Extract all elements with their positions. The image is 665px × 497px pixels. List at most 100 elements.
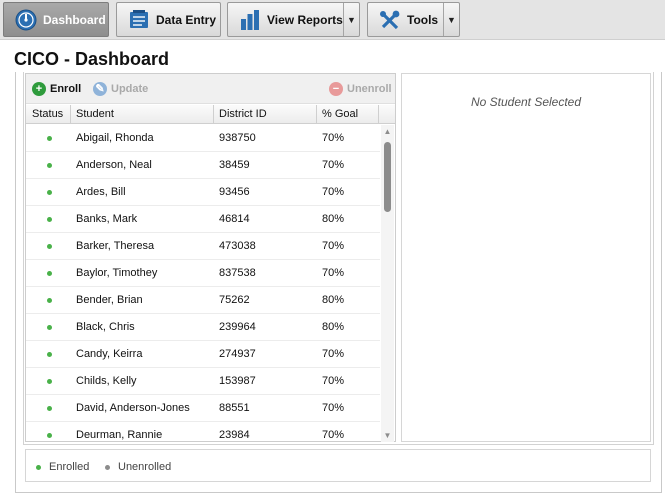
enrolled-status-dot [47, 217, 52, 222]
column-header-status[interactable]: Status [32, 108, 63, 120]
minus-circle-icon: − [329, 82, 343, 96]
page-title: CICO - Dashboard [14, 49, 170, 69]
goal-percent: 70% [322, 240, 345, 252]
student-name: Abigail, Rhonda [76, 132, 154, 144]
student-name: Baylor, Timothey [76, 267, 158, 279]
view-reports-button[interactable]: View Reports ▼ [227, 2, 360, 37]
legend-enrolled: Enrolled [36, 461, 89, 473]
table-row[interactable]: Childs, Kelly 153987 70% [26, 368, 380, 395]
update-label: Update [111, 83, 149, 95]
chevron-down-icon[interactable]: ▼ [343, 3, 359, 36]
table-row[interactable]: Baylor, Timothey 837538 70% [26, 260, 380, 287]
enrolled-status-dot [47, 163, 52, 168]
bar-chart-icon [239, 9, 261, 31]
enrolled-status-dot [47, 352, 52, 357]
legend-enrolled-label: Enrolled [49, 461, 90, 473]
student-name: Childs, Kelly [76, 375, 137, 387]
district-id: 153987 [219, 375, 256, 387]
tools-button-label: Tools [407, 12, 439, 27]
student-name: Banks, Mark [76, 213, 138, 225]
table-row[interactable]: Anderson, Neal 38459 70% [26, 152, 380, 179]
goal-percent: 70% [322, 267, 345, 279]
student-list-panel: + Enroll ✎ Update − Unenroll Status Stud… [25, 73, 396, 442]
no-selection-message: No Student Selected [470, 95, 582, 109]
table-row[interactable]: Deurman, Rannie 23984 70% [26, 422, 380, 442]
goal-percent: 70% [322, 159, 345, 171]
goal-percent: 70% [322, 375, 345, 387]
district-id: 88551 [219, 402, 250, 414]
student-name: Ardes, Bill [76, 186, 126, 198]
scroll-up-arrow-icon[interactable]: ▲ [382, 127, 393, 136]
goal-percent: 70% [322, 348, 345, 360]
enrolled-status-dot [47, 379, 52, 384]
column-header-student[interactable]: Student [76, 108, 114, 120]
unenrolled-dot-icon [105, 464, 110, 470]
student-name: Bender, Brian [76, 294, 143, 306]
data-entry-button[interactable]: Data Entry [116, 2, 221, 37]
table-row[interactable]: Black, Chris 239964 80% [26, 314, 380, 341]
enrolled-status-dot [47, 190, 52, 195]
tools-icon [379, 9, 401, 31]
column-header-district-id[interactable]: District ID [219, 108, 267, 120]
student-table-body: Abigail, Rhonda 938750 70% Anderson, Nea… [26, 125, 380, 442]
dashboard-button[interactable]: Dashboard [3, 2, 109, 37]
data-entry-button-label: Data Entry [156, 12, 217, 27]
student-name: Barker, Theresa [76, 240, 155, 252]
table-row[interactable]: David, Anderson-Jones 88551 70% [26, 395, 380, 422]
district-id: 274937 [219, 348, 256, 360]
enrolled-status-dot [47, 298, 52, 303]
table-row[interactable]: Abigail, Rhonda 938750 70% [26, 125, 380, 152]
district-id: 46814 [219, 213, 250, 225]
table-row[interactable]: Banks, Mark 46814 80% [26, 206, 380, 233]
enrolled-status-dot [47, 136, 52, 141]
student-name: Black, Chris [76, 321, 135, 333]
dashboard-gauge-icon [15, 9, 37, 31]
enroll-button[interactable]: + Enroll [32, 82, 81, 96]
district-id: 93456 [219, 186, 250, 198]
scrollbar-thumb[interactable] [384, 142, 391, 212]
table-row[interactable]: Bender, Brian 75262 80% [26, 287, 380, 314]
column-header-goal[interactable]: % Goal [322, 108, 358, 120]
district-id: 239964 [219, 321, 256, 333]
view-reports-button-label: View Reports [267, 12, 343, 27]
plus-circle-icon: + [32, 82, 46, 96]
enrolled-status-dot [47, 406, 52, 411]
district-id: 938750 [219, 132, 256, 144]
goal-percent: 70% [322, 402, 345, 414]
enrolled-status-dot [47, 271, 52, 276]
scroll-down-arrow-icon[interactable]: ▼ [382, 431, 393, 440]
district-id: 38459 [219, 159, 250, 171]
district-id: 23984 [219, 429, 250, 441]
enrolled-status-dot [47, 433, 52, 438]
student-detail-panel: No Student Selected [401, 73, 651, 442]
unenroll-button[interactable]: − Unenroll [329, 82, 392, 96]
main-toolbar: Dashboard Data Entry View Reports ▼ Tool… [0, 0, 665, 40]
dashboard-button-label: Dashboard [43, 12, 106, 27]
student-name: Candy, Keirra [76, 348, 143, 360]
district-id: 473038 [219, 240, 256, 252]
vertical-scrollbar[interactable]: ▲ ▼ [381, 125, 394, 442]
enrolled-dot-icon [36, 464, 41, 470]
enrolled-status-dot [47, 325, 52, 330]
table-row[interactable]: Barker, Theresa 473038 70% [26, 233, 380, 260]
pencil-circle-icon: ✎ [93, 82, 107, 96]
data-entry-icon [128, 9, 150, 31]
unenroll-label: Unenroll [347, 83, 392, 95]
goal-percent: 80% [322, 294, 345, 306]
table-row[interactable]: Ardes, Bill 93456 70% [26, 179, 380, 206]
student-name: David, Anderson-Jones [76, 402, 190, 414]
goal-percent: 80% [322, 213, 345, 225]
action-bar: + Enroll ✎ Update − Unenroll [26, 74, 395, 104]
chevron-down-icon[interactable]: ▼ [443, 3, 459, 36]
update-button[interactable]: ✎ Update [93, 82, 148, 96]
table-row[interactable]: Candy, Keirra 274937 70% [26, 341, 380, 368]
tools-button[interactable]: Tools ▼ [367, 2, 460, 37]
goal-percent: 80% [322, 321, 345, 333]
table-header: Status Student District ID % Goal [26, 105, 395, 124]
goal-percent: 70% [322, 429, 345, 441]
district-id: 75262 [219, 294, 250, 306]
student-name: Anderson, Neal [76, 159, 152, 171]
district-id: 837538 [219, 267, 256, 279]
legend-unenrolled-label: Unenrolled [118, 461, 172, 473]
enroll-label: Enroll [50, 83, 82, 95]
